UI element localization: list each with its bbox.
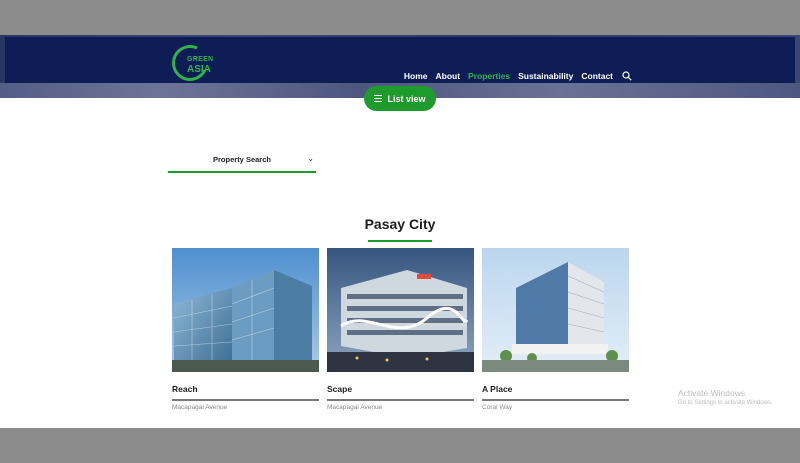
search-icon[interactable] xyxy=(622,71,632,81)
property-card-scape[interactable]: Scape Macapagal Avenue xyxy=(327,248,474,411)
property-search-label: Property Search xyxy=(213,154,271,164)
logo-text-asia: ASIA xyxy=(187,64,211,75)
page: GREEN ASIA Home About Properties Sustain… xyxy=(0,35,800,428)
windows-activation-watermark: Activate Windows Go to Settings to activ… xyxy=(678,388,773,406)
nav-home[interactable]: Home xyxy=(404,71,428,81)
logo-ring xyxy=(166,39,214,87)
watermark-subtitle: Go to Settings to activate Windows. xyxy=(678,400,773,406)
section-title-underline xyxy=(368,240,432,242)
nav-sustainability[interactable]: Sustainability xyxy=(518,71,573,81)
property-name[interactable]: Scape xyxy=(327,384,474,396)
property-search-dropdown[interactable]: Property Search ⌄ xyxy=(168,147,316,173)
property-name[interactable]: Reach xyxy=(172,384,319,396)
nav-about[interactable]: About xyxy=(436,71,461,81)
logo-text-green: GREEN xyxy=(187,56,214,63)
property-image-reach[interactable] xyxy=(172,248,319,372)
property-image-scape[interactable] xyxy=(327,248,474,372)
property-card-reach[interactable]: Reach Macapagal Avenue xyxy=(172,248,319,411)
section-title: Pasay City xyxy=(364,216,436,232)
property-card-a-place[interactable]: A Place Coral Way xyxy=(482,248,629,411)
bottom-margin xyxy=(0,428,800,463)
main-nav: Home About Properties Sustainability Con… xyxy=(396,71,632,81)
chevron-down-icon: ⌄ xyxy=(307,154,314,163)
property-name[interactable]: A Place xyxy=(482,384,629,396)
green-asia-logo[interactable]: GREEN ASIA xyxy=(166,39,214,87)
property-address: Coral Way xyxy=(482,403,513,411)
property-image-a-place[interactable] xyxy=(482,248,629,372)
list-view-button[interactable]: List view xyxy=(364,86,436,111)
card-divider xyxy=(482,399,629,401)
property-address: Macapagal Avenue xyxy=(327,403,383,411)
list-view-label: List view xyxy=(387,93,426,104)
navbar: GREEN ASIA Home About Properties Sustain… xyxy=(5,37,795,87)
property-address: Macapagal Avenue xyxy=(172,403,228,411)
nav-contact[interactable]: Contact xyxy=(581,71,613,81)
nav-properties[interactable]: Properties xyxy=(468,71,510,81)
card-divider xyxy=(327,399,474,401)
watermark-title: Activate Windows xyxy=(678,388,746,398)
top-margin xyxy=(0,0,800,35)
card-divider xyxy=(172,399,319,401)
list-icon xyxy=(374,93,383,104)
